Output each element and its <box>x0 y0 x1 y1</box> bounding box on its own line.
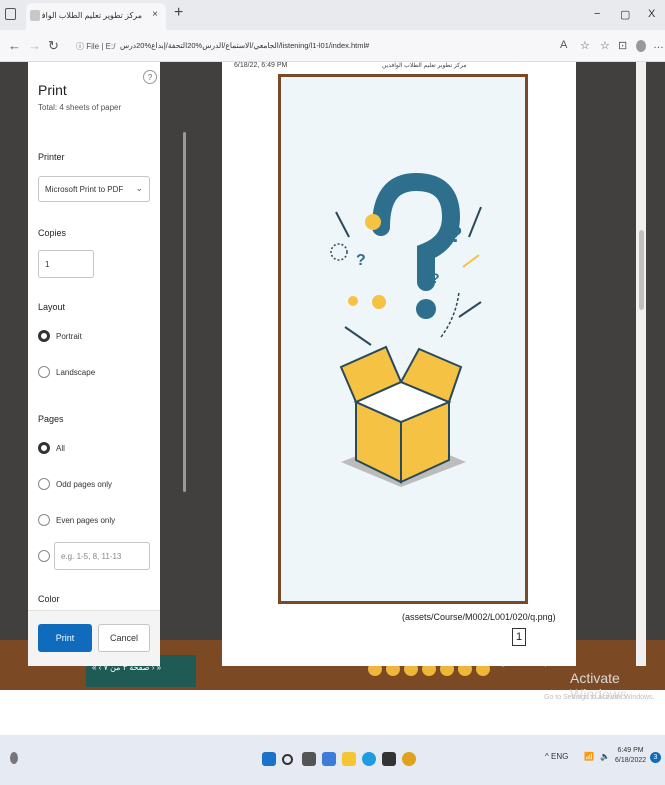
color-label: Color <box>38 594 60 604</box>
copies-label: Copies <box>38 228 67 238</box>
url-prefix: ⓘ File | E:/ <box>76 42 116 51</box>
printer-select[interactable]: Microsoft Print to PDF ⌄ <box>38 176 150 202</box>
odd-pages-label: Odd pages only <box>56 480 113 489</box>
read-aloud-icon[interactable]: A <box>560 39 567 51</box>
close-window-button[interactable]: X <box>648 8 655 20</box>
favorites-icon[interactable]: ☆ <box>600 39 610 52</box>
clock-date: 6/18/2022 <box>615 757 647 764</box>
image-caption: (assets/Course/M002/L001/020/q.png) <box>402 612 556 622</box>
activate-windows-sub: Go to Settings to activate Windows. <box>544 694 655 701</box>
portrait-radio[interactable] <box>38 330 50 342</box>
preview-scroll-thumb[interactable] <box>639 230 644 310</box>
notification-icon[interactable]: 3 <box>650 752 661 763</box>
task-view-icon[interactable] <box>302 752 316 766</box>
help-icon[interactable]: ? <box>143 70 157 84</box>
printer-value: Microsoft Print to PDF <box>45 185 124 194</box>
tab-title: مركز تطوير تعليم الطلاب الوافدين <box>42 11 142 20</box>
minimize-button[interactable]: − <box>594 8 600 20</box>
system-tray[interactable]: ^ ENG <box>545 752 568 761</box>
page-range-input[interactable]: e.g. 1-5, 8, 11-13 <box>54 542 150 570</box>
cortana-icon[interactable] <box>10 752 18 764</box>
collections-icon[interactable]: ⊡ <box>618 39 627 52</box>
custom-range-radio[interactable] <box>38 550 50 562</box>
printer-label: Printer <box>38 152 65 162</box>
all-pages-label: All <box>56 444 65 453</box>
store-icon[interactable] <box>382 752 396 766</box>
preview-header-date: 6/18/22, 6:49 PM <box>234 62 288 69</box>
svg-text:?: ? <box>449 222 462 247</box>
even-pages-radio[interactable] <box>38 514 50 526</box>
browser-tab[interactable]: مركز تطوير تعليم الطلاب الوافدين × <box>26 3 166 30</box>
start-icon[interactable] <box>262 752 276 766</box>
url-field[interactable]: ⓘ File | E:/ الجامعي/الاستماع/الدرس%20ال… <box>70 35 560 57</box>
search-icon[interactable] <box>282 754 293 765</box>
portrait-label: Portrait <box>56 332 82 341</box>
print-preview: 6/18/22, 6:49 PM مركز تطوير تعليم الطلاب… <box>222 62 576 666</box>
chrome-icon[interactable] <box>402 752 416 766</box>
more-icon[interactable]: … <box>653 39 664 51</box>
clock[interactable]: 6:49 PM 6/18/2022 <box>615 746 646 766</box>
new-tab-button[interactable]: + <box>174 4 183 22</box>
question-box-illustration: ? ? ? <box>330 172 482 487</box>
print-title: Print <box>38 82 67 98</box>
preview-image-frame: ? ? ? <box>278 74 528 604</box>
svg-text:?: ? <box>431 270 440 286</box>
svg-text:?: ? <box>356 252 366 269</box>
tab-actions-icon[interactable] <box>5 8 16 20</box>
preview-header-title: مركز تطوير تعليم الطلاب الوافدين <box>382 63 467 69</box>
print-button[interactable]: Print <box>38 624 92 652</box>
cancel-button[interactable]: Cancel <box>98 624 150 652</box>
refresh-icon[interactable]: ↻ <box>48 38 59 54</box>
address-bar: ← → ↻ ⓘ File | E:/ الجامعي/الاستماع/الدر… <box>0 30 665 62</box>
even-pages-label: Even pages only <box>56 516 116 525</box>
favicon-icon <box>30 10 40 21</box>
print-panel: Print Total: 4 sheets of paper ? Printer… <box>28 62 186 666</box>
copies-input[interactable]: 1 <box>38 250 94 278</box>
back-icon[interactable]: ← <box>8 38 21 53</box>
favorites-add-icon[interactable]: ☆ <box>580 39 590 52</box>
all-pages-radio[interactable] <box>38 442 50 454</box>
teams-icon[interactable] <box>322 752 336 766</box>
edge-icon[interactable] <box>362 752 376 766</box>
layout-label: Layout <box>38 302 66 312</box>
landscape-label: Landscape <box>56 368 96 377</box>
clock-time: 6:49 PM <box>617 747 644 754</box>
forward-icon[interactable]: → <box>28 38 41 53</box>
chevron-down-icon: ⌄ <box>135 183 143 193</box>
restore-button[interactable]: ▢ <box>620 8 630 21</box>
tab-close-icon[interactable]: × <box>152 9 158 20</box>
panel-scrollbar[interactable] <box>183 132 186 492</box>
landscape-radio[interactable] <box>38 366 50 378</box>
preview-scrollbar[interactable] <box>636 62 646 666</box>
page-number: 1 <box>512 628 526 646</box>
profile-icon[interactable] <box>636 40 646 52</box>
pages-label: Pages <box>38 414 64 424</box>
sheets-total: Total: 4 sheets of paper <box>38 103 122 112</box>
url-text: الجامعي/الاستماع/الدرس%20التحفة/إبداع%20… <box>120 41 370 50</box>
file-explorer-icon[interactable] <box>342 752 356 766</box>
volume-icon[interactable]: 🔈 <box>600 752 610 761</box>
network-icon[interactable]: 📶 <box>584 752 594 761</box>
odd-pages-radio[interactable] <box>38 478 50 490</box>
